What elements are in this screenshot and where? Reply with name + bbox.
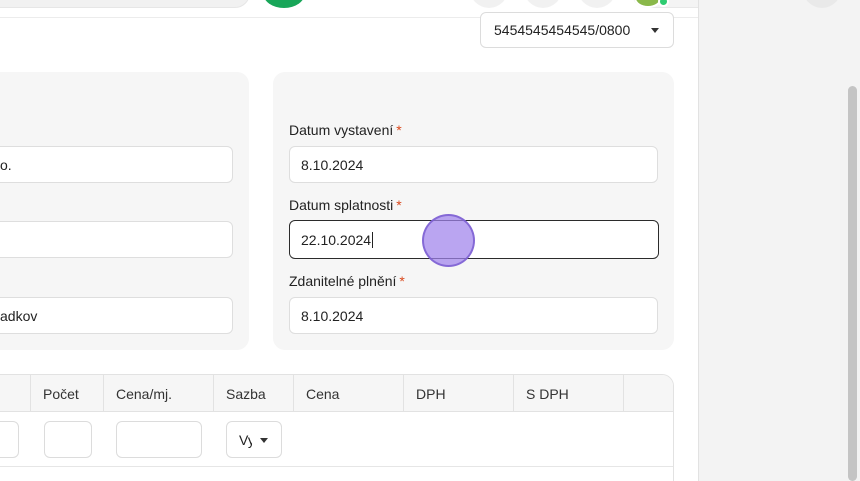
- column-header-unit-price: Cena/mj.: [104, 375, 214, 412]
- chevron-down-icon: [260, 438, 268, 443]
- taxable-date-label: Zdanitelné plnění *: [289, 273, 405, 289]
- column-header-quantity: Počet: [31, 375, 104, 412]
- bank-account-select[interactable]: 5454545454545/0800: [480, 12, 674, 48]
- issue-date-input[interactable]: 8.10.2024: [289, 146, 658, 183]
- column-header-vat-rate: Sazba: [214, 375, 294, 412]
- vat-rate-value: Vy: [239, 431, 252, 448]
- required-mark: *: [399, 273, 405, 289]
- column-header-price: Cena: [294, 375, 404, 412]
- row-divider: [0, 466, 673, 467]
- click-indicator: [422, 214, 475, 267]
- unit-price-input[interactable]: [116, 421, 202, 458]
- text-caret: [372, 231, 374, 248]
- column-header-total: S DPH: [514, 375, 624, 412]
- side-panel: [698, 0, 860, 481]
- table-header: Počet Cena/mj. Sazba Cena DPH S DPH: [0, 375, 673, 412]
- toolbar-icon-button-2[interactable]: [524, 0, 562, 8]
- customer-field-1[interactable]: o.: [0, 146, 233, 183]
- issue-date-value: 8.10.2024: [301, 156, 364, 173]
- items-table: Počet Cena/mj. Sazba Cena DPH S DPH Vy: [0, 374, 674, 481]
- customer-field-1-value: o.: [0, 156, 12, 173]
- issue-date-label: Datum vystavení *: [289, 122, 402, 138]
- required-mark: *: [396, 197, 402, 213]
- panel-icon-button[interactable]: [803, 0, 841, 8]
- customer-field-3-value: adkov: [0, 307, 38, 324]
- customer-field-2[interactable]: [0, 221, 233, 258]
- taxable-date-value: 8.10.2024: [301, 307, 364, 324]
- due-date-label: Datum splatnosti *: [289, 197, 402, 213]
- bank-account-value: 5454545454545/0800: [494, 22, 631, 38]
- scrollbar[interactable]: [848, 86, 857, 481]
- due-date-label-text: Datum splatnosti: [289, 197, 394, 213]
- customer-field-3[interactable]: adkov: [0, 297, 233, 334]
- quantity-input[interactable]: [44, 421, 92, 458]
- due-date-value: 22.10.2024: [301, 231, 372, 248]
- column-header-vat: DPH: [404, 375, 514, 412]
- taxable-date-label-text: Zdanitelné plnění: [289, 273, 397, 289]
- taxable-date-input[interactable]: 8.10.2024: [289, 297, 658, 334]
- required-mark: *: [396, 122, 402, 138]
- vat-rate-select[interactable]: Vy: [226, 421, 282, 458]
- item-name-input[interactable]: [0, 421, 19, 458]
- create-button[interactable]: [263, 0, 305, 8]
- toolbar-icon-button-1[interactable]: [470, 0, 508, 8]
- toolbar-icon-button-3[interactable]: [578, 0, 616, 8]
- issue-date-label-text: Datum vystavení: [289, 122, 394, 138]
- search-pill[interactable]: [0, 0, 250, 8]
- column-header-item: [0, 375, 31, 412]
- chevron-down-icon: [651, 28, 659, 33]
